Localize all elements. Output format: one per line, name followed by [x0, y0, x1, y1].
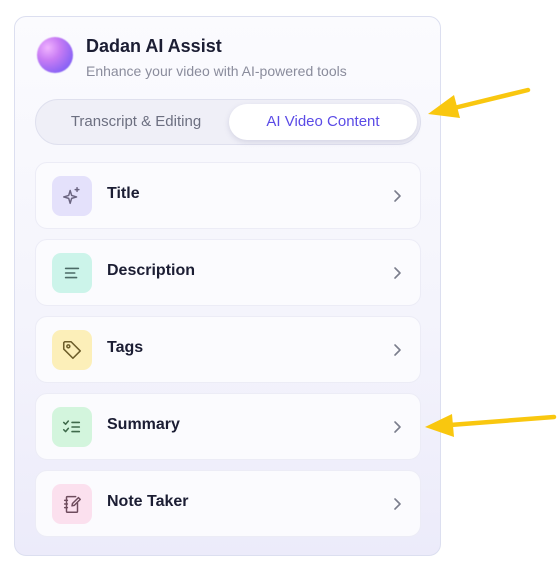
annotation-arrow-summary [425, 414, 557, 437]
menu-item-description[interactable]: Description [35, 239, 421, 306]
tab-switcher: Transcript & Editing AI Video Content [35, 99, 421, 145]
checklist-icon [52, 407, 92, 447]
sparkle-icon [52, 176, 92, 216]
app-title: Dadan AI Assist [86, 36, 222, 56]
tab-ai-video-content[interactable]: AI Video Content [229, 104, 417, 140]
menu-item-tags[interactable]: Tags [35, 316, 421, 383]
tab-transcript-editing[interactable]: Transcript & Editing [44, 104, 228, 140]
menu-item-label: Description [107, 262, 196, 279]
chevron-right-icon [394, 344, 401, 356]
chevron-right-icon [394, 190, 401, 202]
tag-icon [52, 330, 92, 370]
chevron-right-icon [394, 267, 401, 279]
menu-item-note-taker[interactable]: Note Taker [35, 470, 421, 537]
chevron-right-icon [394, 421, 401, 433]
app-subtitle: Enhance your video with AI-powered tools [86, 63, 347, 79]
app-logo [37, 37, 73, 73]
annotation-arrow-tabs [428, 87, 531, 118]
chevron-right-icon [394, 498, 401, 510]
text-lines-icon [52, 253, 92, 293]
ai-assist-panel: Dadan AI Assist Enhance your video with … [14, 16, 441, 556]
menu-item-label: Note Taker [107, 493, 189, 510]
menu-item-label: Summary [107, 416, 180, 433]
menu-item-summary[interactable]: Summary [35, 393, 421, 460]
menu-item-label: Tags [107, 339, 144, 356]
notebook-pen-icon [52, 484, 92, 524]
menu-item-label: Title [107, 185, 140, 202]
menu-item-title[interactable]: Title [35, 162, 421, 229]
